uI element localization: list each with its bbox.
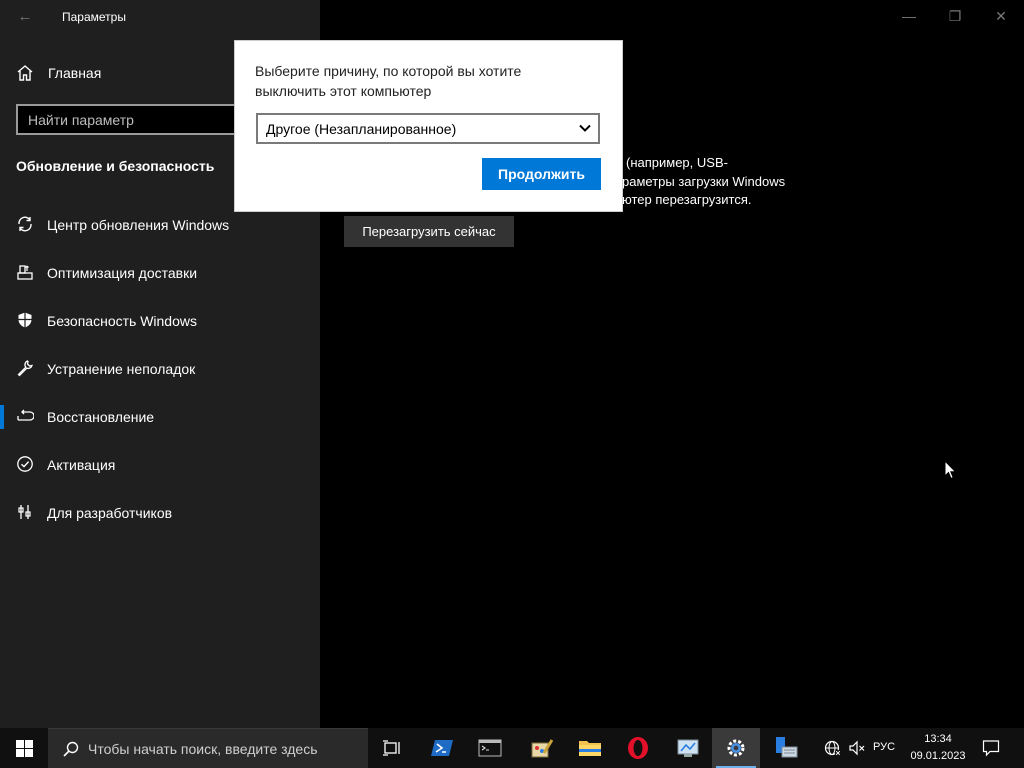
close-icon: ✕ [995, 7, 1007, 24]
developer-icon [18, 505, 31, 519]
search-icon [63, 741, 79, 757]
taskbar-app-paint[interactable] [518, 728, 566, 768]
taskbar-app-powershell[interactable] [418, 728, 466, 768]
sidebar-item-label: Восстановление [47, 409, 155, 425]
action-center-icon [982, 740, 1000, 757]
selected-reason: Другое (Незапланированное) [266, 121, 457, 137]
speaker-muted-icon [849, 740, 865, 756]
file-explorer-icon [579, 741, 601, 756]
control-panel-icon [677, 739, 699, 757]
input-language-indicator[interactable]: РУС [873, 741, 895, 753]
sidebar-item-label: Для разработчиков [47, 505, 173, 521]
search-placeholder: Найти параметр [28, 112, 134, 128]
maximize-button[interactable]: ❐ [940, 4, 970, 28]
home-nav-item[interactable]: Главная [16, 63, 101, 83]
volume-tray-button[interactable] [846, 728, 868, 768]
server-manager-icon [776, 737, 798, 758]
sync-icon [18, 216, 32, 232]
mouse-cursor-icon [944, 460, 957, 480]
notifications-button[interactable] [978, 728, 1004, 768]
sidebar-item-label: Устранение неполадок [47, 361, 196, 377]
sidebar-item-label: Центр обновления Windows [47, 217, 230, 233]
start-button[interactable] [0, 728, 48, 768]
taskbar: Чтобы начать поиск, введите здесь РУС 13… [0, 728, 1024, 768]
sidebar-item-windows-security[interactable]: Безопасность Windows [0, 301, 320, 341]
powershell-icon [431, 740, 453, 756]
taskbar-search-placeholder: Чтобы начать поиск, введите здесь [88, 741, 318, 757]
checkmark-circle-icon [17, 456, 33, 472]
sidebar-item-recovery[interactable]: Восстановление [0, 397, 320, 437]
home-icon [17, 65, 33, 81]
minimize-button[interactable]: — [894, 4, 924, 28]
windows-logo-icon [15, 739, 33, 757]
recovery-icon [17, 409, 34, 421]
taskbar-app-control-panel[interactable] [664, 728, 712, 768]
taskbar-app-file-explorer[interactable] [566, 728, 614, 768]
continue-button[interactable]: Продолжить [482, 158, 601, 190]
recovery-description-line-2: раметры загрузки Windows [622, 174, 786, 189]
sidebar-item-activation[interactable]: Активация [0, 445, 320, 485]
task-view-button[interactable] [368, 728, 416, 768]
sidebar-item-troubleshoot[interactable]: Устранение неполадок [0, 349, 320, 389]
shutdown-reason-dialog: Выберите причину, по которой вы хотите в… [235, 41, 622, 211]
dialog-prompt: Выберите причину, по которой вы хотите в… [255, 63, 522, 99]
network-tray-button[interactable] [822, 728, 844, 768]
taskbar-app-opera[interactable] [614, 728, 662, 768]
sidebar-item-delivery-optimization[interactable]: Оптимизация доставки [0, 253, 320, 293]
sidebar-item-windows-update[interactable]: Центр обновления Windows [0, 205, 320, 245]
section-title: Обновление и безопасность [16, 158, 215, 174]
home-label: Главная [48, 65, 102, 81]
delivery-optimization-icon [17, 265, 33, 280]
taskbar-app-settings[interactable] [712, 728, 760, 768]
recovery-description-line-1: (например, USB- [626, 155, 728, 170]
sidebar-item-label: Безопасность Windows [47, 313, 197, 329]
selection-indicator [0, 405, 4, 429]
window-title: Параметры [62, 10, 126, 24]
opera-icon [628, 737, 648, 759]
shutdown-reason-select[interactable]: Другое (Незапланированное) [256, 113, 600, 144]
back-arrow-icon[interactable]: ← [14, 6, 36, 26]
recovery-description-line-3: ютер перезагрузится. [622, 192, 752, 207]
shield-icon [18, 312, 32, 328]
close-button[interactable]: ✕ [986, 4, 1016, 28]
taskbar-app-command-prompt[interactable] [466, 728, 514, 768]
sidebar-item-label: Оптимизация доставки [47, 265, 198, 281]
command-prompt-icon [478, 739, 502, 757]
taskbar-app-server-manager[interactable] [762, 728, 810, 768]
restart-now-button[interactable]: Перезагрузить сейчас [344, 216, 514, 247]
globe-network-icon [824, 740, 841, 756]
task-view-icon [383, 740, 400, 756]
taskbar-search-box[interactable]: Чтобы начать поиск, введите здесь [48, 728, 368, 768]
sidebar-item-developers[interactable]: Для разработчиков [0, 493, 320, 533]
settings-gear-icon [727, 739, 745, 757]
taskbar-clock[interactable]: 13:34 09.01.2023 [904, 731, 972, 765]
paint-icon [531, 739, 554, 758]
clock-date: 09.01.2023 [910, 750, 966, 762]
sidebar-item-label: Активация [47, 457, 116, 473]
clock-time: 13:34 [924, 733, 952, 745]
wrench-icon [17, 360, 33, 377]
chevron-down-icon [579, 124, 591, 132]
maximize-icon: ❐ [948, 7, 962, 24]
minimize-icon: — [902, 8, 916, 24]
